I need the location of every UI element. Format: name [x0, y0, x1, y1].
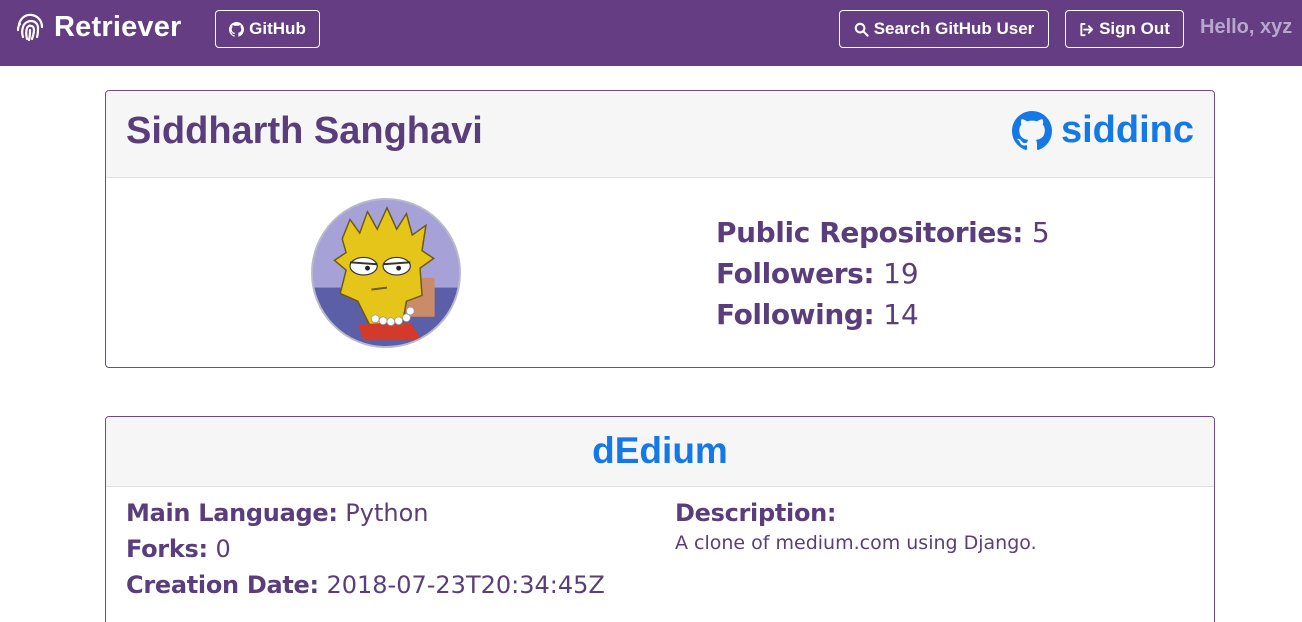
- top-navbar: Retriever GitHub Search GitHub User Sign…: [0, 0, 1302, 66]
- language-value: Python: [345, 499, 429, 527]
- stat-value: 5: [1031, 216, 1050, 249]
- search-icon: [854, 22, 869, 37]
- sign-out-button[interactable]: Sign Out: [1065, 10, 1184, 48]
- stat-label: Followers:: [716, 257, 875, 290]
- github-icon: [1011, 110, 1052, 150]
- sign-out-icon: [1080, 22, 1094, 36]
- search-user-button[interactable]: Search GitHub User: [839, 10, 1049, 48]
- repository-details: Main Language: Python Forks: 0 Creation …: [126, 495, 605, 603]
- profile-login-link[interactable]: siddinc: [1011, 109, 1194, 152]
- repository-description: Description: A clone of medium.com using…: [675, 495, 1037, 555]
- stat-label: Following:: [716, 298, 875, 331]
- stat-value: 14: [883, 298, 919, 331]
- description-label: Description:: [675, 499, 837, 527]
- user-greeting: Hello, xyz: [1200, 16, 1293, 38]
- description-text: A clone of medium.com using Django.: [675, 532, 1037, 554]
- repository-card: dEdium Main Language: Python Forks: 0 Cr…: [105, 416, 1215, 622]
- github-button-label: GitHub: [249, 19, 306, 38]
- brand-title: Retriever: [54, 10, 182, 43]
- stat-followers: Followers: 19: [716, 253, 1050, 294]
- github-icon: [229, 21, 245, 37]
- language-label: Main Language:: [126, 499, 338, 527]
- sign-out-label: Sign Out: [1099, 19, 1170, 38]
- user-avatar: [311, 198, 461, 348]
- repository-creation-date: Creation Date: 2018-07-23T20:34:45Z: [126, 567, 605, 603]
- profile-name: Siddharth Sanghavi: [126, 110, 483, 152]
- github-button[interactable]: GitHub: [215, 10, 320, 48]
- stat-public-repositories: Public Repositories: 5: [716, 212, 1050, 253]
- profile-stats: Public Repositories: 5 Followers: 19 Fol…: [716, 212, 1050, 335]
- search-user-label: Search GitHub User: [873, 19, 1035, 38]
- creation-date-value: 2018-07-23T20:34:45Z: [326, 571, 605, 599]
- profile-login-text: siddinc: [1060, 109, 1194, 151]
- repository-language: Main Language: Python: [126, 495, 605, 531]
- stat-following: Following: 14: [716, 294, 1050, 335]
- repository-forks: Forks: 0: [126, 531, 605, 567]
- forks-value: 0: [215, 535, 231, 563]
- stat-label: Public Repositories:: [716, 216, 1024, 249]
- stat-value: 19: [883, 257, 919, 290]
- repository-name-link[interactable]: dEdium: [592, 430, 728, 472]
- profile-card-header: Siddharth Sanghavi siddinc: [106, 91, 1214, 178]
- creation-date-label: Creation Date:: [126, 571, 319, 599]
- fingerprint-icon: [14, 11, 46, 43]
- forks-label: Forks:: [126, 535, 208, 563]
- repository-card-header: dEdium: [106, 417, 1214, 487]
- brand-link[interactable]: Retriever: [14, 10, 182, 44]
- profile-card: Siddharth Sanghavi siddinc Public Reposi…: [105, 90, 1215, 368]
